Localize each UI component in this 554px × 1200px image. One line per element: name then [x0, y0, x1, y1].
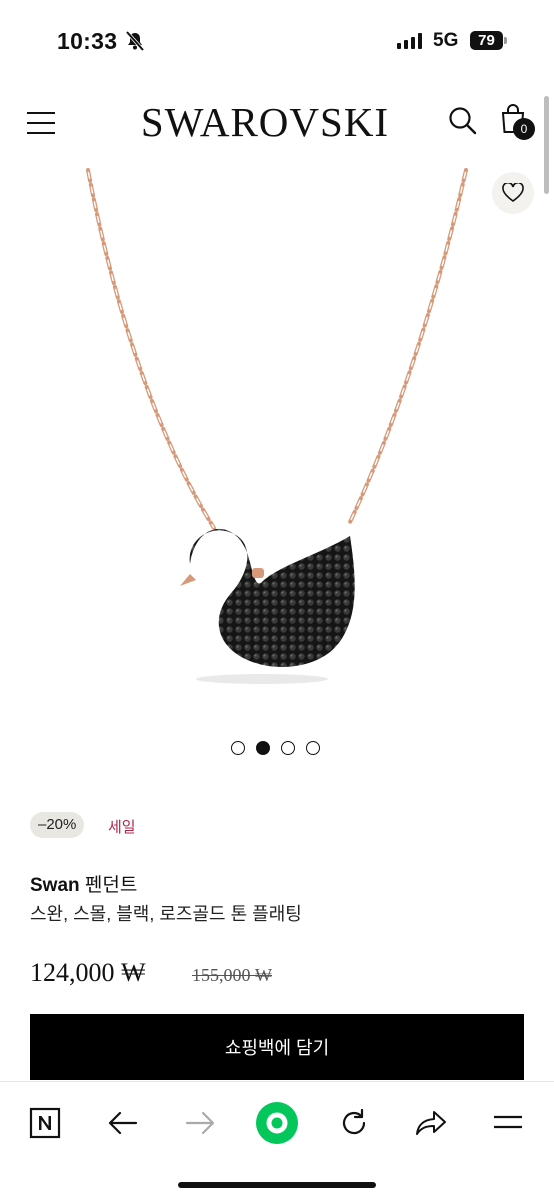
forward-arrow-icon[interactable] — [177, 1100, 223, 1146]
naver-home-icon[interactable] — [22, 1100, 68, 1146]
gallery-dot[interactable] — [231, 741, 245, 755]
share-icon[interactable] — [408, 1100, 454, 1146]
product-name-bold: Swan — [30, 875, 80, 896]
home-indicator[interactable] — [178, 1182, 376, 1188]
browser-menu-icon[interactable] — [485, 1100, 531, 1146]
add-to-bag-button[interactable]: 쇼핑백에 담기 — [30, 1014, 524, 1080]
brand-logo[interactable]: SWAROVSKI — [110, 98, 420, 146]
battery-level: 79 — [478, 32, 495, 49]
battery-tip — [504, 37, 507, 44]
menu-icon[interactable] — [27, 112, 55, 134]
refresh-icon[interactable] — [331, 1100, 377, 1146]
product-price: 124,000 ₩ — [30, 958, 146, 987]
discount-badge: –20% — [30, 812, 85, 838]
status-time: 10:33 — [57, 28, 118, 54]
bag-count-badge: 0 — [513, 118, 535, 140]
gallery-dot-active[interactable] — [256, 741, 270, 755]
product-name: Swan 펜던트 — [30, 870, 137, 897]
sale-label: 세일 — [108, 819, 136, 836]
site-header: SWAROVSKI 0 — [0, 84, 554, 164]
network-type: 5G — [433, 30, 459, 51]
signal-icon — [397, 33, 422, 49]
gallery-pagination — [231, 741, 320, 755]
search-icon[interactable] — [448, 106, 478, 141]
gallery-dot[interactable] — [281, 741, 295, 755]
back-arrow-icon[interactable] — [100, 1100, 146, 1146]
gallery-dot[interactable] — [306, 741, 320, 755]
product-image[interactable] — [0, 166, 554, 726]
original-price: 155,000 ₩ — [192, 965, 272, 985]
product-name-type: 펜던트 — [79, 875, 138, 896]
green-dot-icon[interactable] — [254, 1100, 300, 1146]
product-variant: 스완, 스몰, 블랙, 로즈골드 톤 플래팅 — [30, 904, 302, 924]
silent-bell-icon — [124, 30, 146, 57]
status-bar: 10:33 5G 79 — [0, 0, 554, 84]
wishlist-heart-icon[interactable] — [492, 172, 534, 214]
battery-icon: 79 — [470, 31, 503, 50]
